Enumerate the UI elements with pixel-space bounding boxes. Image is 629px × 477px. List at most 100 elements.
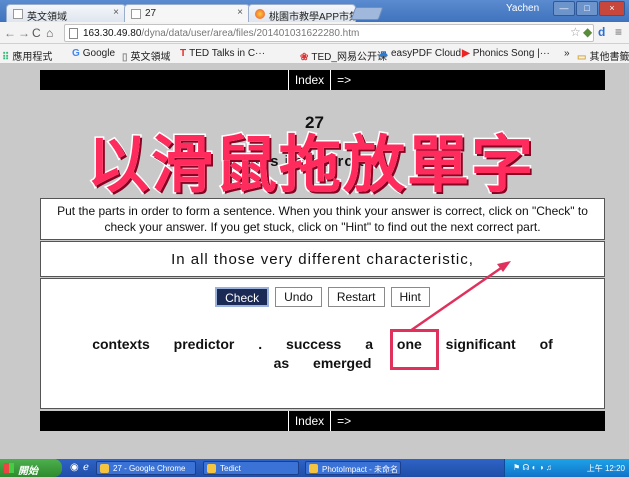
index-link[interactable]: Index [289,70,330,90]
bottom-nav-bar: Index => [40,411,605,431]
extension-d-icon[interactable]: d [598,25,605,39]
bookmark-phonics-song[interactable]: ▶ Phonics Song |··· [462,48,550,59]
profile-name[interactable]: Yachen [506,3,539,14]
tab-label: 英文領域 [27,12,67,22]
minimize-button[interactable]: — [553,1,575,16]
bookmark-label: 應用程式 [12,52,53,63]
new-tab-button[interactable] [350,7,384,20]
bookmark-other[interactable]: ▭ 其他書籤 [577,48,629,63]
reload-icon[interactable]: C [32,26,41,40]
draggable-word[interactable]: as [274,354,290,373]
word-work-area: Check Undo Restart Hint contexts predict… [40,278,605,409]
draggable-word[interactable]: significant [446,335,516,354]
tab-27[interactable]: 27 × [124,4,250,22]
draggable-word[interactable]: contexts [92,335,150,354]
task-tedict[interactable]: Tedict [203,461,299,475]
answer-line: In all those very different characterist… [40,241,605,277]
draggable-word[interactable]: predictor [174,335,235,354]
extension-icon[interactable]: ◆ [583,25,592,39]
bookmarks-bar: ⠿ 應用程式 G Google ▯ 英文領域 T TED Talks in C··· ❀… [0,44,629,64]
close-tab-icon[interactable]: × [113,7,119,18]
task-chrome[interactable]: 27 - Google Chrome [96,461,196,475]
star-icon[interactable]: ☆ [570,25,581,39]
youtube-icon: ▶ [462,48,470,59]
chrome-quicklaunch-icon[interactable]: ◉ [70,462,79,473]
top-nav-bar: Index => [40,70,605,90]
next-link[interactable]: => [331,411,357,431]
start-button[interactable]: 開始 [0,459,62,477]
page-content: Index => 27 M s i c exercise 以滑鼠拖放單字 Put… [0,65,629,455]
page-icon [69,28,78,39]
netease-icon: ❀ [300,52,309,63]
start-label: 開始 [18,466,38,477]
task-photoimpact[interactable]: PhotoImpact - 未命名 [305,461,401,475]
restart-button[interactable]: Restart [327,287,385,307]
windows-flag-icon [4,463,14,473]
bookmark-ted-talks[interactable]: T TED Talks in C··· [180,48,265,59]
colorful-icon [255,9,265,19]
task-label: Tedict [220,464,241,473]
window-controls: — □ × [553,1,625,17]
bookmark-label: 其他書籤 [589,52,629,63]
bookmark-apps[interactable]: ⠿ 應用程式 [2,48,52,63]
bookmark-label: Phonics Song |··· [472,48,550,59]
url-path: /dyna/data/user/area/files/2014010316222… [141,28,360,39]
clock: 上午 12:20 [586,464,625,473]
folder-icon: ▭ [577,52,587,63]
bookmark-label: easyPDF Cloud [391,48,462,59]
bookmark-netease[interactable]: ❀ TED_网易公开课 [300,48,387,63]
task-label: 27 - Google Chrome [113,464,186,473]
undo-button[interactable]: Undo [275,287,322,307]
draggable-word[interactable]: of [540,335,553,354]
bookmark-google[interactable]: G Google [72,48,115,59]
page-icon [13,9,23,19]
os-taskbar: 開始 ◉ ℯ 27 - Google Chrome Tedict PhotoIm… [0,459,629,477]
page-icon [131,9,141,19]
google-icon: G [72,48,80,59]
word-pool-line: as emerged [41,354,604,373]
bookmark-english-domain[interactable]: ▯ 英文領域 [122,48,171,63]
bookmark-easypdf[interactable]: ☁ easyPDF Cloud [378,48,461,59]
tab-taoyuan-app-market[interactable]: 桃園市教學APP市集 × [248,4,356,22]
bookmark-label: TED_网易公开课 [311,52,387,63]
bookmark-label: 英文領域 [130,52,171,63]
check-button[interactable]: Check [215,287,270,307]
draggable-word[interactable]: a [365,335,373,354]
button-row: Check Undo Restart Hint [41,287,604,307]
tab-english-domain[interactable]: 英文領域 × [6,4,126,22]
browser-toolbar: ← → C ⌂ 163.30.49.80/dyna/data/user/area… [0,22,629,44]
next-link[interactable]: => [331,70,357,90]
browser-tab-bar: 英文領域 × 27 × 桃園市教學APP市集 × Yachen — □ × [0,0,629,22]
maximize-button[interactable]: □ [576,1,598,16]
draggable-word[interactable]: emerged [313,354,371,373]
draggable-word[interactable]: success [286,335,341,354]
hint-button[interactable]: Hint [390,287,430,307]
cloud-icon: ☁ [378,48,388,59]
highlight-box-annotation [390,329,439,370]
folder-icon [207,464,216,473]
word-pool: contexts predictor . success a one signi… [41,335,604,373]
address-bar[interactable]: 163.30.49.80/dyna/data/user/area/files/2… [64,24,594,42]
system-tray: ⚑ ☊ ◐ ◑ ♫ 上午 12:20 [504,459,629,477]
task-label: PhotoImpact - 未命名 [322,465,399,474]
instructions: Put the parts in order to form a sentenc… [40,198,605,240]
url-host: 163.30.49.80 [83,28,142,39]
close-window-button[interactable]: × [599,1,625,16]
word-pool-line: contexts predictor . success a one signi… [41,335,604,354]
close-tab-icon[interactable]: × [237,7,243,18]
index-link[interactable]: Index [289,411,330,431]
tab-label: 桃園市教學APP市集 × [269,12,356,22]
tab-label: 27 [145,8,157,19]
bookmark-label: Google [82,48,116,59]
home-icon[interactable]: ⌂ [46,26,53,40]
forward-icon[interactable]: → [18,26,30,40]
bookmarks-overflow[interactable]: » [564,48,570,59]
menu-icon[interactable]: ≡ [615,25,622,39]
ie-quicklaunch-icon[interactable]: ℯ [83,462,89,473]
apps-icon: ⠿ [2,52,10,63]
draggable-word[interactable]: . [258,335,262,354]
back-icon[interactable]: ← [4,26,16,40]
photoimpact-icon [309,464,318,473]
ted-icon: T [180,48,187,59]
tray-icons: ⚑ ☊ ◐ ◑ ♫ [513,463,552,472]
